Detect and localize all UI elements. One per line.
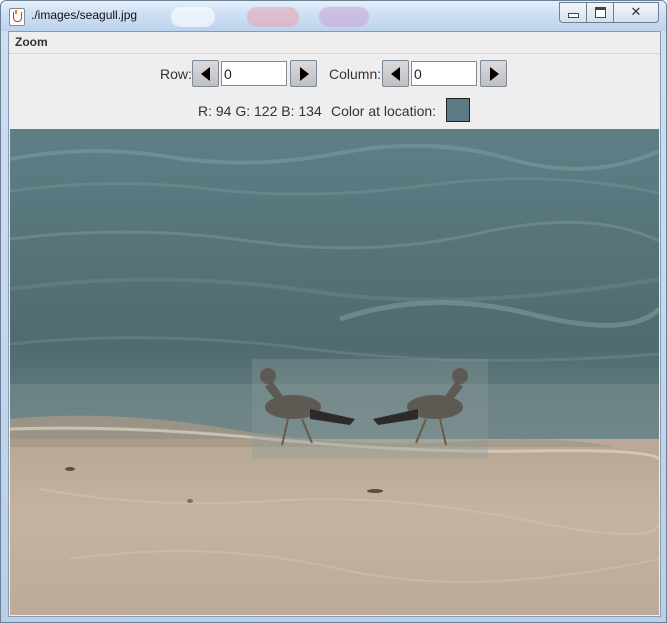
titlebar-glow	[319, 7, 369, 27]
titlebar-glow	[247, 7, 299, 27]
client-area: Zoom Row: Column: R: 94 G: 122 B: 134 Co…	[8, 31, 661, 617]
rgb-readout: R: 94 G: 122 B: 134	[198, 103, 322, 119]
right-arrow-icon	[300, 67, 309, 81]
column-input[interactable]	[411, 61, 477, 86]
row-label: Row:	[160, 66, 192, 82]
column-label: Column:	[329, 66, 382, 82]
color-location-label: Color at location:	[331, 103, 437, 119]
maximize-button[interactable]	[586, 2, 614, 23]
titlebar-glow	[171, 7, 215, 27]
left-arrow-icon	[391, 67, 400, 81]
row-increment-button[interactable]	[290, 60, 317, 87]
seagull-beach-picture	[10, 129, 659, 615]
controls-panel: Row: Column: R: 94 G: 122 B: 134 Color a…	[9, 54, 660, 128]
column-increment-button[interactable]	[480, 60, 507, 87]
close-button[interactable]: ✕	[613, 2, 659, 23]
minimize-icon	[567, 13, 579, 18]
picture-view[interactable]	[10, 129, 659, 615]
app-window: ./images/seagull.jpg ✕ Zoom Row: Column:…	[0, 0, 667, 623]
java-cup-icon[interactable]	[9, 8, 25, 26]
row-input[interactable]	[221, 61, 287, 86]
row-decrement-button[interactable]	[192, 60, 219, 87]
left-arrow-icon	[201, 67, 210, 81]
title-bar[interactable]: ./images/seagull.jpg ✕	[1, 1, 666, 31]
menu-bar: Zoom	[9, 32, 660, 54]
maximize-icon	[594, 7, 606, 18]
color-swatch	[446, 98, 470, 122]
menu-zoom[interactable]: Zoom	[15, 35, 48, 49]
close-icon: ✕	[630, 5, 642, 20]
window-title: ./images/seagull.jpg	[31, 8, 138, 22]
column-decrement-button[interactable]	[382, 60, 409, 87]
minimize-button[interactable]	[559, 2, 587, 23]
right-arrow-icon	[490, 67, 499, 81]
